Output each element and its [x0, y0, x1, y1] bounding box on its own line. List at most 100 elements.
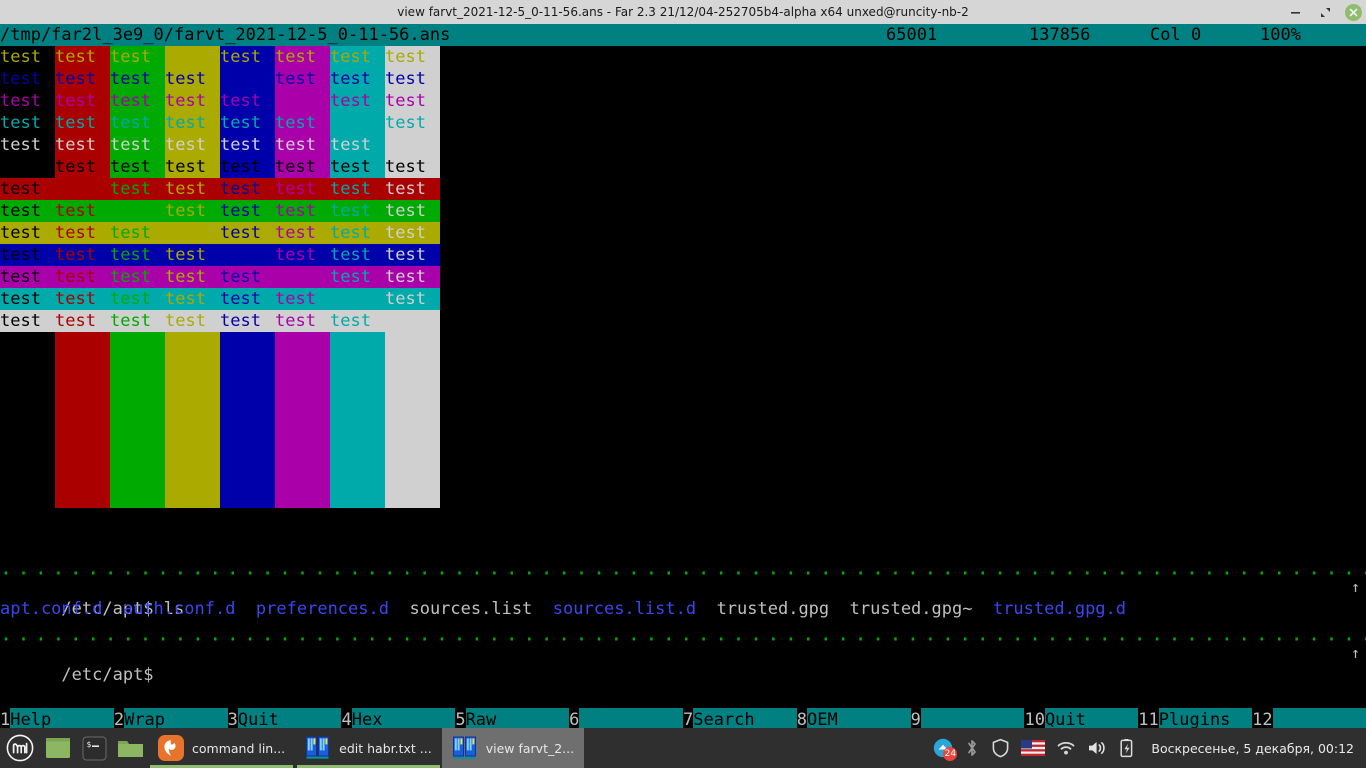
color-cell-text: test	[110, 333, 151, 353]
color-grid-cell: test	[385, 156, 440, 178]
color-cell-text: test	[110, 91, 151, 111]
color-cell-text: test	[275, 91, 316, 111]
color-cell-text: test	[165, 267, 206, 287]
terminal-icon[interactable]: $	[76, 728, 112, 768]
color-cell-text: test	[275, 267, 316, 287]
color-grid-cell: test	[110, 134, 165, 156]
color-grid-row: test test test test test test test test	[0, 134, 440, 156]
battery-charging-icon[interactable]	[1118, 738, 1136, 758]
volume-icon[interactable]	[1087, 739, 1107, 757]
color-grid-cell: test	[385, 90, 440, 112]
color-grid-cell: test	[330, 354, 385, 376]
bluetooth-icon[interactable]	[964, 738, 980, 758]
color-cell-text: test	[330, 69, 371, 89]
color-cell-text: test	[0, 311, 41, 331]
taskbar-window-firefox[interactable]: command lin...	[148, 728, 295, 768]
file-entry-gap	[972, 599, 992, 619]
mint-menu-icon[interactable]	[0, 728, 40, 768]
color-cell-text: test	[385, 421, 426, 441]
color-grid-cell: test	[165, 222, 220, 244]
shield-icon[interactable]	[991, 738, 1010, 758]
color-cell-text: test	[330, 399, 371, 419]
scroll-up-arrow-2[interactable]: ↑	[1351, 642, 1360, 664]
window-controls	[1285, 0, 1362, 24]
color-cell-text: test	[110, 443, 151, 463]
color-cell-text: test	[385, 179, 426, 199]
color-cell-text: test	[110, 311, 151, 331]
color-cell-text: test	[55, 91, 96, 111]
minimize-icon[interactable]	[1285, 2, 1305, 22]
file-entry[interactable]: preferences.d	[256, 599, 389, 619]
keyboard-layout-flag-icon[interactable]	[1021, 740, 1046, 756]
color-cell-text: test	[220, 157, 261, 177]
color-cell-text: test	[0, 377, 41, 397]
file-entry[interactable]: trusted.gpg~	[850, 599, 973, 619]
color-grid-cell: test	[330, 90, 385, 112]
file-entry[interactable]: sources.list.d	[553, 599, 696, 619]
color-grid-cell: test	[275, 332, 330, 354]
update-manager-icon[interactable]: 24	[933, 738, 958, 761]
color-grid-cell: test	[165, 178, 220, 200]
taskbar-window-far-view[interactable]: view farvt_2...	[441, 728, 585, 768]
color-grid-cell: test	[330, 288, 385, 310]
color-grid-cell: test	[110, 46, 165, 68]
files-icon[interactable]	[112, 728, 148, 768]
clock[interactable]: Воскресенье, 5 декабря, 00:12	[1151, 741, 1354, 756]
color-cell-text: test	[220, 135, 261, 155]
close-icon[interactable]	[1345, 3, 1362, 21]
color-cell-text: test	[385, 135, 426, 155]
color-cell-text: test	[110, 267, 151, 287]
color-cell-text: test	[220, 377, 261, 397]
scroll-up-arrow[interactable]: ↑	[1351, 576, 1360, 598]
color-grid-cell: test	[275, 354, 330, 376]
color-cell-text: test	[220, 421, 261, 441]
show-desktop-icon[interactable]	[40, 728, 76, 768]
color-cell-text: test	[330, 465, 371, 485]
color-grid-cell: test	[330, 310, 385, 332]
system-tray: 24 Воскресенье, 5 декабря, 00:12	[933, 728, 1366, 768]
taskbar-window-far-edit[interactable]: edit habr.txt ...	[295, 728, 442, 768]
color-grid-cell: test	[385, 266, 440, 288]
window-titlebar[interactable]: view farvt_2021-12-5_0-11-56.ans - Far 2…	[0, 0, 1366, 24]
color-cell-text: test	[0, 245, 41, 265]
color-grid-cell: test	[0, 398, 55, 420]
color-grid-cell: test	[55, 442, 110, 464]
file-entry[interactable]: auth.conf.d	[123, 599, 236, 619]
color-grid-cell: test	[330, 244, 385, 266]
color-cell-text: test	[220, 113, 261, 133]
color-cell-text: test	[275, 201, 316, 221]
color-cell-text: test	[220, 267, 261, 287]
color-grid-row: test test test test test test test test	[0, 46, 440, 68]
color-grid-cell: test	[220, 420, 275, 442]
color-cell-text: test	[55, 333, 96, 353]
color-grid-cell: test	[110, 178, 165, 200]
file-entry[interactable]: trusted.gpg.d	[993, 599, 1126, 619]
color-cell-text: test	[55, 443, 96, 463]
screen: view farvt_2021-12-5_0-11-56.ans - Far 2…	[0, 0, 1366, 768]
color-grid-cell: test	[330, 112, 385, 134]
taskbar: $ command lin... edit habr.txt ... view …	[0, 728, 1366, 768]
color-grid-cell: test	[0, 156, 55, 178]
color-cell-text: test	[110, 245, 151, 265]
color-grid-cell: test	[0, 310, 55, 332]
wifi-icon[interactable]	[1056, 739, 1076, 757]
color-grid-cell: test	[275, 398, 330, 420]
file-entry[interactable]: apt.conf.d	[0, 599, 102, 619]
color-grid-cell: test	[110, 464, 165, 486]
color-cell-text: test	[330, 223, 371, 243]
file-entry[interactable]: trusted.gpg	[717, 599, 830, 619]
color-cell-text: test	[275, 377, 316, 397]
color-cell-text: test	[55, 289, 96, 309]
color-grid-cell: test	[330, 398, 385, 420]
color-grid-cell: test	[385, 288, 440, 310]
viewer-codepage[interactable]: 65001	[886, 24, 937, 46]
color-grid-cell: test	[220, 310, 275, 332]
ansi-color-test-grid: test test test test test test test test test test…	[0, 46, 440, 508]
file-entry[interactable]: sources.list	[409, 599, 532, 619]
color-grid-row: test test test test test test test test	[0, 354, 440, 376]
color-cell-text: test	[0, 47, 41, 67]
restore-icon[interactable]	[1315, 2, 1335, 22]
color-cell-text: test	[330, 333, 371, 353]
color-grid-cell: test	[275, 420, 330, 442]
color-cell-text: test	[0, 223, 41, 243]
